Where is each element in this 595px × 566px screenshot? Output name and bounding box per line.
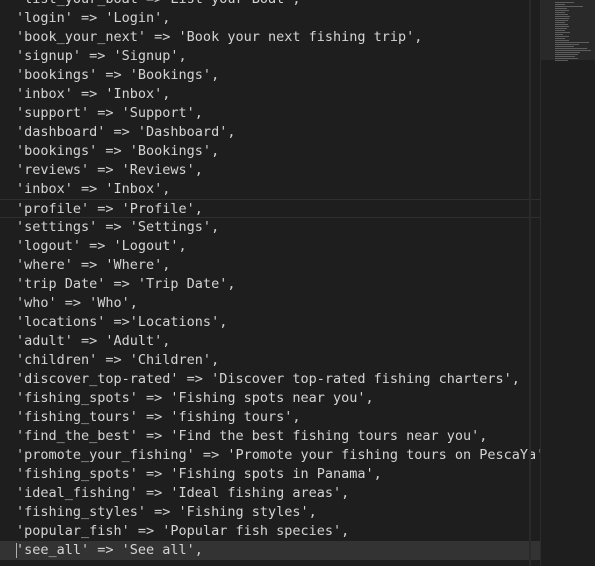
code-line[interactable]: 'trip Date' => 'Trip Date', <box>0 275 540 294</box>
code-line[interactable]: 'promote_your_fishing' => 'Promote your … <box>0 446 540 465</box>
minimap-line <box>555 52 580 53</box>
code-line-text: 'bookings' => 'Bookings', <box>16 143 220 159</box>
code-lines: 'list_your_boat'=>'List your Boat', 'logi… <box>0 0 540 560</box>
code-line[interactable]: 'bookings' => 'Bookings', <box>0 66 540 85</box>
code-line-text: 'fishing_spots' => 'Fishing spots in Pan… <box>16 466 382 482</box>
code-line-text: 'settings' => 'Settings', <box>16 219 220 235</box>
minimap-line <box>555 50 591 51</box>
code-line-text: 'find_the_best' => 'Find the best fishin… <box>16 428 488 444</box>
minimap-line <box>555 56 575 57</box>
code-line-text: 'support' => 'Support', <box>16 105 203 121</box>
minimap-line <box>555 8 567 9</box>
code-line-text: 'inbox' => 'Inbox', <box>16 86 171 102</box>
minimap-line <box>555 26 569 27</box>
minimap-line <box>555 60 568 61</box>
minimap-slider[interactable] <box>541 0 595 60</box>
minimap-line <box>555 48 587 49</box>
code-line-text: 'fishing_styles' => 'Fishing styles', <box>16 504 317 520</box>
code-line[interactable]: 'settings' => 'Settings', <box>0 218 540 237</box>
code-line-text: 'children' => 'Children', <box>16 352 220 368</box>
minimap-line <box>555 6 583 7</box>
code-line[interactable]: 'book_your_next' => 'Book your next fish… <box>0 28 540 47</box>
code-line[interactable]: 'fishing_tours' => 'fishing tours', <box>0 408 540 427</box>
code-line[interactable]: 'ideal_fishing' => 'Ideal fishing areas'… <box>0 484 540 503</box>
code-line[interactable]: 'who' => 'Who', <box>0 294 540 313</box>
code-line[interactable]: 'popular_fish' => 'Popular fish species'… <box>0 522 540 541</box>
code-line[interactable]: 'login' => 'Login', <box>0 9 540 28</box>
minimap-line <box>555 18 569 19</box>
minimap-line <box>555 40 569 41</box>
minimap-line <box>555 58 578 59</box>
code-line-text: 'fishing_spots' => 'Fishing spots near y… <box>16 390 374 406</box>
code-line[interactable]: 'adult' => 'Adult', <box>0 332 540 351</box>
code-line[interactable]: 'where' => 'Where', <box>0 256 540 275</box>
code-line-text: 'login' => 'Login', <box>16 10 171 26</box>
minimap-line <box>555 42 589 43</box>
code-line[interactable]: 'see_all' => 'See all', <box>0 541 540 560</box>
code-line[interactable]: 'list_your_boat'=>'List your Boat', <box>0 0 540 9</box>
code-line[interactable]: 'fishing_styles' => 'Fishing styles', <box>0 503 540 522</box>
minimap-line <box>555 28 567 29</box>
code-line[interactable]: 'support' => 'Support', <box>0 104 540 123</box>
minimap-line <box>555 24 568 25</box>
minimap-line <box>555 20 568 21</box>
minimap-line <box>555 2 574 3</box>
code-line-text: 'signup' => 'Signup', <box>16 48 187 64</box>
code-line-text: 'fishing_tours' => 'fishing tours', <box>16 409 301 425</box>
minimap-line <box>555 36 569 37</box>
code-line[interactable]: 'find_the_best' => 'Find the best fishin… <box>0 427 540 446</box>
code-line[interactable]: 'logout' => 'Logout', <box>0 237 540 256</box>
code-line-text: 'locations' =>'Locations', <box>16 314 228 330</box>
code-line-text: 'inbox' => 'Inbox', <box>16 181 171 197</box>
code-line-text: 'profile' => 'Profile', <box>16 201 203 217</box>
code-line[interactable]: 'fishing_spots' => 'Fishing spots in Pan… <box>0 465 540 484</box>
minimap-line <box>555 34 563 35</box>
code-line-text: 'bookings' => 'Bookings', <box>16 67 220 83</box>
code-line[interactable]: 'reviews' => 'Reviews', <box>0 161 540 180</box>
code-line[interactable]: 'signup' => 'Signup', <box>0 47 540 66</box>
code-line-text: 'list_your_boat'=>'List your Boat', <box>16 0 300 7</box>
code-line-text: 'who' => 'Who', <box>16 295 138 311</box>
code-line[interactable]: 'dashboard' => 'Dashboard', <box>0 123 540 142</box>
minimap-line <box>555 44 579 45</box>
code-line[interactable]: 'discover_top-rated' => 'Discover top-ra… <box>0 370 540 389</box>
minimap[interactable] <box>540 0 595 566</box>
minimap-line <box>555 14 568 15</box>
code-line-text: 'adult' => 'Adult', <box>16 333 171 349</box>
minimap-line <box>555 46 574 47</box>
code-line[interactable]: 'bookings' => 'Bookings', <box>0 142 540 161</box>
code-line[interactable]: 'inbox' => 'Inbox', <box>0 85 540 104</box>
minimap-line <box>555 32 570 33</box>
code-line-text: 'ideal_fishing' => 'Ideal fishing areas'… <box>16 485 350 501</box>
minimap-line <box>555 54 578 55</box>
minimap-line <box>555 22 565 23</box>
code-line-text: 'popular_fish' => 'Popular fish species'… <box>16 523 350 539</box>
code-line-text: 'reviews' => 'Reviews', <box>16 162 203 178</box>
code-line-text: 'see_all' => 'See all', <box>16 542 203 558</box>
minimap-line <box>555 12 565 13</box>
text-cursor <box>16 543 17 558</box>
code-editor[interactable]: 'list_your_boat'=>'List your Boat', 'logi… <box>0 0 595 566</box>
minimap-line <box>555 30 565 31</box>
minimap-line <box>555 38 565 39</box>
code-line-text: 'logout' => 'Logout', <box>16 238 187 254</box>
code-line-text: 'promote_your_fishing' => 'Promote your … <box>16 447 540 463</box>
code-line[interactable]: 'profile' => 'Profile', <box>0 199 540 218</box>
code-line[interactable]: 'locations' =>'Locations', <box>0 313 540 332</box>
minimap-line <box>555 10 569 11</box>
minimap-line <box>555 16 570 17</box>
code-line[interactable]: 'inbox' => 'Inbox', <box>0 180 540 199</box>
code-line-text: 'discover_top-rated' => 'Discover top-ra… <box>16 371 520 387</box>
code-line[interactable]: 'fishing_spots' => 'Fishing spots near y… <box>0 389 540 408</box>
code-line-text: 'trip Date' => 'Trip Date', <box>16 276 236 292</box>
code-area[interactable]: 'list_your_boat'=>'List your Boat', 'logi… <box>0 0 540 566</box>
minimap-line <box>555 4 565 5</box>
code-line-text: 'dashboard' => 'Dashboard', <box>16 124 236 140</box>
code-line-text: 'where' => 'Where', <box>16 257 171 273</box>
vertical-ruler <box>529 0 531 566</box>
code-line-text: 'book_your_next' => 'Book your next fish… <box>16 29 423 45</box>
code-line[interactable]: 'children' => 'Children', <box>0 351 540 370</box>
